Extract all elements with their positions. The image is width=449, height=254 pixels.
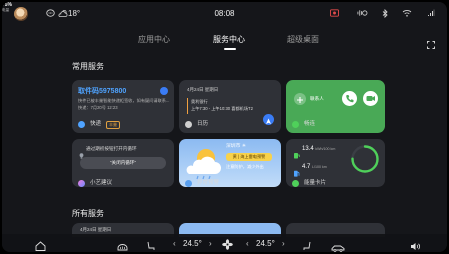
video-icon xyxy=(366,96,375,101)
calendar-date: 4月24日 星期日 xyxy=(187,87,219,92)
calendar-card[interactable]: 4月24日 星期日 奥利银行 上午7:30 - 上午10:30 喜都机场T2 xyxy=(179,80,281,133)
screen: 18° 08:08 应用中心 服务中心 超级桌面 常用服务 取件码5975800… xyxy=(2,2,447,252)
notification-badge xyxy=(160,87,168,95)
phone-button[interactable] xyxy=(342,91,357,106)
bluetooth-icon[interactable] xyxy=(382,8,388,21)
car-icon[interactable] xyxy=(331,239,345,252)
suggestion-command-button[interactable]: “关闭内循环” xyxy=(80,157,166,169)
signal-icon xyxy=(427,9,435,20)
audio-icon[interactable] xyxy=(357,9,368,20)
weather-alert-card[interactable]: 深圳市 ☀ 黄 | 海上雷电预警 注意防护，减少外出 xyxy=(179,139,281,187)
event-title: 奥利银行 xyxy=(191,99,208,104)
suggestion-card-label: 小艺建议 xyxy=(90,180,113,186)
left-temp-down-icon[interactable]: ‹ xyxy=(173,239,176,249)
package-icon xyxy=(78,121,85,128)
right-temperature: 24.5° xyxy=(256,239,275,248)
add-contact-label: 联系人 xyxy=(310,96,324,101)
record-icon[interactable] xyxy=(330,9,339,20)
fuel-consumption: 4.7 L/100 km xyxy=(302,164,327,170)
calendar-icon xyxy=(185,121,192,128)
battery-ring xyxy=(351,145,379,173)
left-temperature: 24.5° xyxy=(183,239,202,248)
suggestion-text: 通过期初按钮打开内循环 xyxy=(86,146,137,151)
energy-card[interactable]: 13.4 kWh/100 km 4.7 L/100 km xyxy=(286,139,385,187)
bottom-dock: ‹ 24.5° › ‹ 24.5° › xyxy=(2,234,447,252)
call-card[interactable]: 联系人 xyxy=(286,80,385,133)
home-icon[interactable] xyxy=(35,238,46,252)
add-contact-button[interactable] xyxy=(294,93,306,105)
event-time: 上午7:30 - 上午10:30 喜都机场T2 xyxy=(191,106,253,111)
video-call-button[interactable] xyxy=(363,91,378,106)
warning-badge: 黄 | 海上雷电预警 xyxy=(226,153,272,161)
ev-plug-icon xyxy=(293,146,300,164)
right-temp-down-icon[interactable]: ‹ xyxy=(246,239,249,249)
clock: 08:08 xyxy=(214,9,235,18)
defrost-icon[interactable] xyxy=(117,239,128,252)
status-bar: 18° 08:08 xyxy=(2,2,447,26)
pickup-time: 快递：7月20号 12:23 xyxy=(78,105,118,110)
weather-advice: 注意防护，减少外出 xyxy=(226,164,264,169)
pickup-message: 快件已被丰巢智能快递柜签收，如有疑问请联系... xyxy=(78,98,170,103)
weather-city: 深圳市 ☀ xyxy=(226,144,247,149)
section-title-all: 所有服务 xyxy=(72,209,104,218)
assistant-icon xyxy=(78,180,85,187)
all-services-date: 4月24日 星期日 xyxy=(80,227,112,232)
wifi-icon[interactable] xyxy=(402,9,412,20)
tab-app-center[interactable]: 应用中心 xyxy=(138,35,170,45)
navigate-icon xyxy=(266,118,271,124)
event-marker xyxy=(187,98,188,114)
alert-icon xyxy=(185,180,192,187)
pickup-code-card[interactable]: 取件码5975800 快件已被丰巢智能快递柜签收，如有疑问请联系... 快递：7… xyxy=(72,80,174,133)
volume-icon[interactable] xyxy=(410,238,421,252)
fan-icon[interactable] xyxy=(222,237,233,252)
weather-card-label: 异常预警 xyxy=(197,180,220,186)
energy-card-label: 能量卡片 xyxy=(304,180,327,186)
section-title-common: 常用服务 xyxy=(72,62,104,71)
pickup-code: 取件码5975800 xyxy=(78,88,127,95)
navigate-button[interactable] xyxy=(263,114,274,125)
suggestion-card[interactable]: 通过期初按钮打开内循环 “关闭内循环” xyxy=(72,139,174,187)
pickup-tag: 丰巢 xyxy=(106,121,120,129)
plus-icon xyxy=(297,97,303,103)
electric-consumption: 13.4 kWh/100 km xyxy=(302,146,336,152)
right-temp-up-icon[interactable]: › xyxy=(282,239,285,249)
seat-heat-icon[interactable] xyxy=(303,238,312,252)
call-app-icon xyxy=(292,121,299,128)
expand-icon[interactable] xyxy=(427,36,435,49)
tab-super-desktop[interactable]: 超级桌面 xyxy=(287,35,319,45)
pickup-card-label: 快递 xyxy=(90,121,102,127)
left-temp-up-icon[interactable]: › xyxy=(209,239,212,249)
tab-bar: 应用中心 服务中心 超级桌面 xyxy=(2,35,447,51)
call-card-label: 畅连 xyxy=(304,121,316,127)
tab-active-indicator xyxy=(224,48,236,50)
seat-icon[interactable] xyxy=(146,238,155,252)
calendar-card-label: 日历 xyxy=(197,121,209,127)
tab-service-center[interactable]: 服务中心 xyxy=(213,35,245,45)
phone-icon xyxy=(346,95,354,103)
energy-icon xyxy=(292,180,299,187)
